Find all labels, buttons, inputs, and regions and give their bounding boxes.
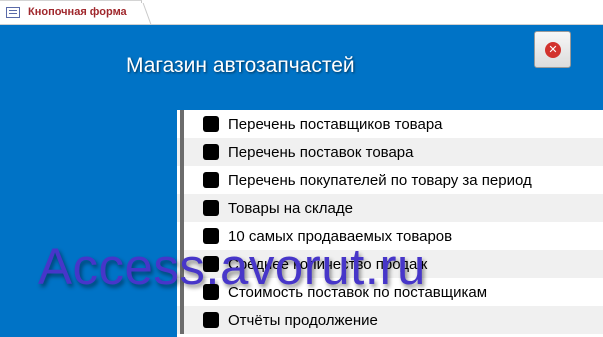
close-icon: ✕	[545, 42, 561, 58]
site-watermark: Access.avorut.ru	[38, 238, 426, 295]
document-tab-strip: Кнопочная форма	[0, 0, 603, 25]
menu-item-label: Перечень покупателей по товару за период	[228, 172, 532, 189]
form-title: Магазин автозапчастей	[126, 54, 355, 77]
tab-label: Кнопочная форма	[28, 6, 127, 18]
menu-item-bar	[180, 166, 184, 194]
menu-item-bar	[180, 110, 184, 138]
menu-item-label: Перечень поставок товара	[228, 144, 414, 161]
close-button[interactable]: ✕	[534, 31, 571, 68]
menu-bullet-button[interactable]	[203, 312, 219, 328]
menu-bullet-button[interactable]	[203, 144, 219, 160]
menu-item-label: Перечень поставщиков товара	[228, 116, 443, 133]
menu-bullet-button[interactable]	[203, 172, 219, 188]
menu-item-label: Отчёты продолжение	[228, 312, 378, 329]
menu-bullet-button[interactable]	[203, 200, 219, 216]
menu-item-bar	[180, 138, 184, 166]
menu-item-label: Товары на складе	[228, 200, 353, 217]
menu-item-reports-continued[interactable]: Отчёты продолжение	[177, 306, 603, 334]
menu-item-stock[interactable]: Товары на складе	[177, 194, 603, 222]
tab-switchboard-form[interactable]: Кнопочная форма	[0, 0, 142, 24]
menu-item-suppliers-list[interactable]: Перечень поставщиков товара	[177, 110, 603, 138]
menu-item-deliveries-list[interactable]: Перечень поставок товара	[177, 138, 603, 166]
menu-item-bar	[180, 306, 184, 334]
menu-list: Перечень поставщиков товара Перечень пос…	[177, 110, 603, 337]
menu-item-buyers-by-period[interactable]: Перечень покупателей по товару за период	[177, 166, 603, 194]
menu-bullet-button[interactable]	[203, 116, 219, 132]
menu-item-bar	[180, 194, 184, 222]
form-icon	[6, 7, 20, 18]
